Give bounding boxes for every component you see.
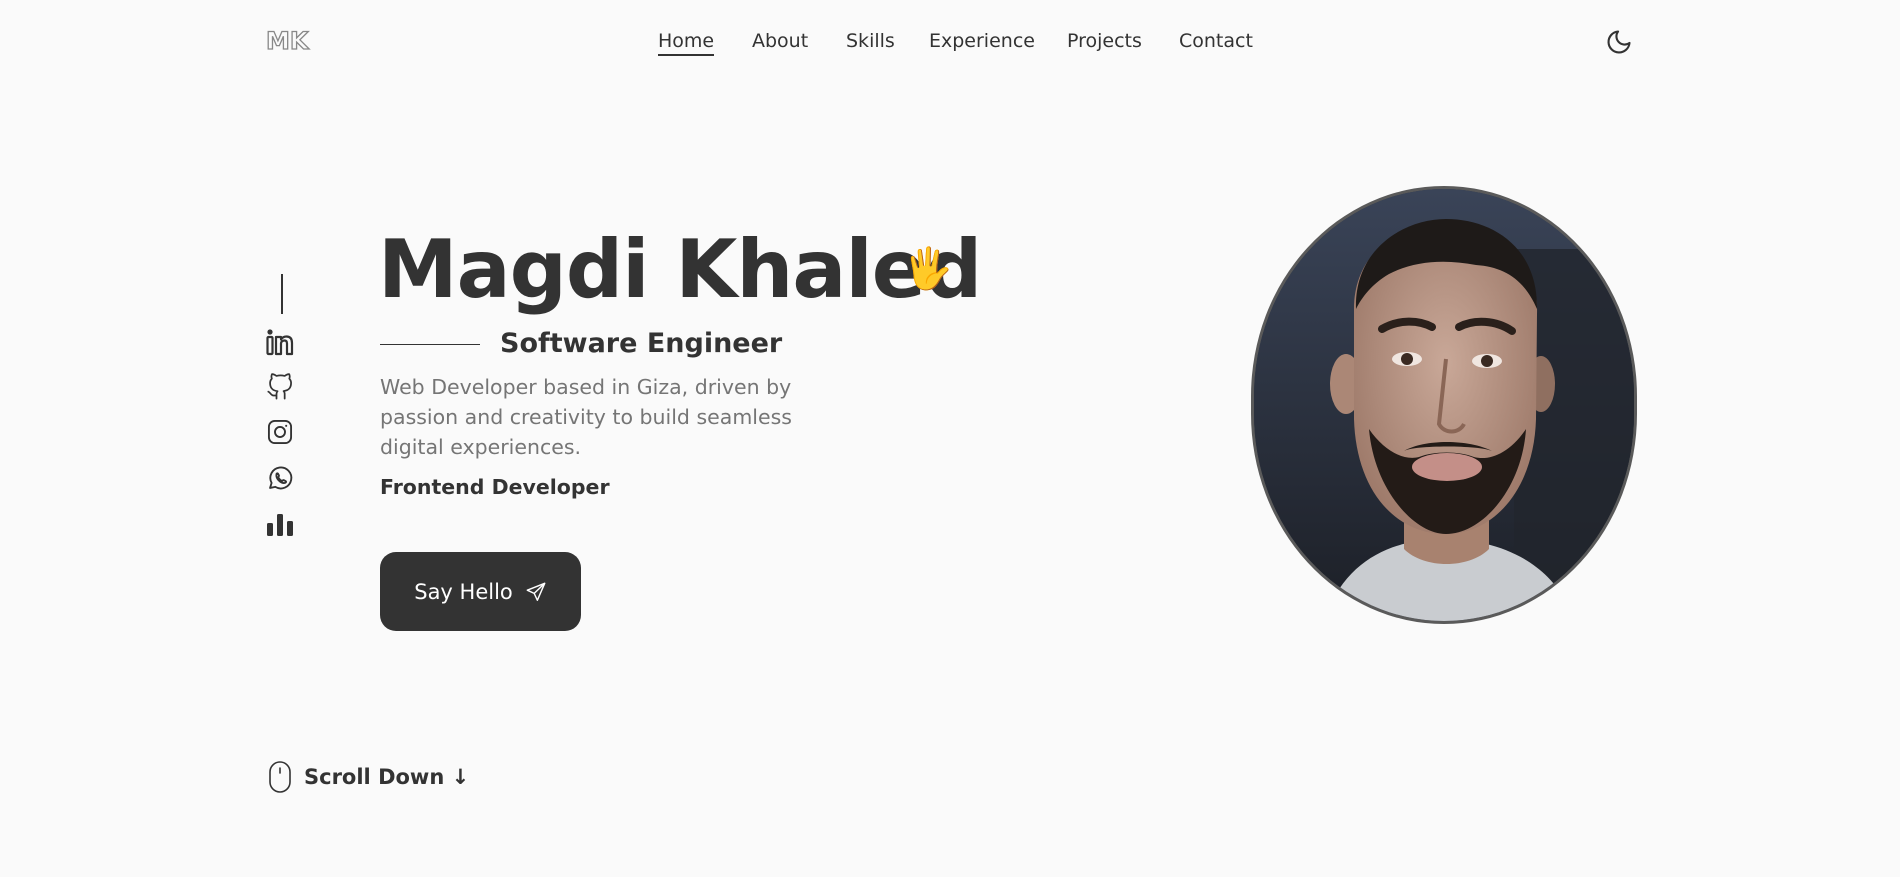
profile-photo-image <box>1254 189 1634 621</box>
moon-icon <box>1607 30 1631 54</box>
whatsapp-icon <box>269 466 293 490</box>
role-divider <box>380 344 480 345</box>
bar-chart-icon <box>267 514 293 536</box>
instagram-link[interactable] <box>266 418 294 446</box>
hero-description: Web Developer based in Giza, driven by p… <box>380 375 792 459</box>
linkedin-link[interactable] <box>266 328 294 356</box>
instagram-icon <box>267 419 293 445</box>
nav-skills[interactable]: Skills <box>846 26 895 56</box>
github-icon <box>267 373 292 400</box>
hero-name: Magdi Khaled <box>378 223 982 316</box>
social-divider <box>281 274 283 314</box>
github-link[interactable] <box>266 372 294 400</box>
whatsapp-link[interactable] <box>266 464 294 492</box>
theme-toggle-button[interactable] <box>1605 28 1633 56</box>
waving-hand-icon: 🖐 <box>903 246 953 292</box>
profile-photo <box>1251 186 1637 624</box>
mouse-icon <box>269 761 291 793</box>
nav-home[interactable]: Home <box>658 26 715 56</box>
nav-experience[interactable]: Experience <box>929 26 1035 56</box>
nav-contact[interactable]: Contact <box>1179 26 1253 56</box>
send-icon <box>526 582 546 601</box>
say-hello-label: Say Hello <box>414 579 513 604</box>
stats-link[interactable] <box>266 510 294 538</box>
linkedin-icon <box>266 329 294 356</box>
nav-about[interactable]: About <box>752 26 808 56</box>
scroll-down-link[interactable]: Scroll Down ↓ <box>268 760 469 794</box>
say-hello-button[interactable]: Say Hello <box>380 552 581 631</box>
hero-role: Software Engineer <box>500 328 783 359</box>
hero-subtitle: Frontend Developer <box>380 475 610 499</box>
nav-projects[interactable]: Projects <box>1067 26 1142 56</box>
scroll-down-label: Scroll Down ↓ <box>304 765 470 789</box>
